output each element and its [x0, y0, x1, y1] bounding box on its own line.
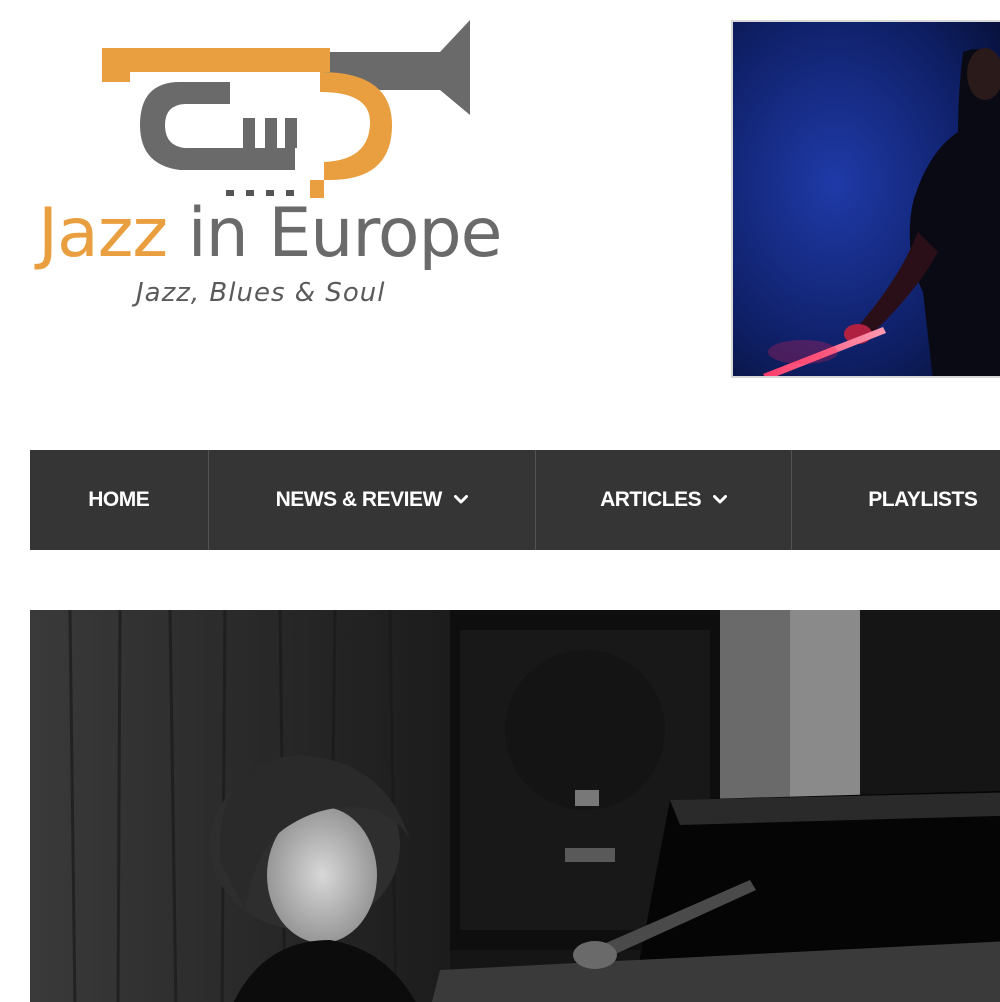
nav-item-label: ARTICLES: [600, 488, 702, 511]
logo-tagline: Jazz, Blues & Soul: [136, 278, 386, 308]
drummer-photo: [733, 22, 1000, 376]
nav-item-label: PLAYLISTS: [868, 488, 978, 511]
chevron-down-icon: [453, 495, 468, 505]
site-logo[interactable]: Jazz in Europe Jazz, Blues & Soul: [30, 10, 530, 310]
pianist-photo: [30, 610, 1000, 1002]
nav-item-home[interactable]: HOME: [30, 450, 209, 550]
header-banner-photo[interactable]: [731, 20, 1000, 378]
logo-title-word1: Jazz: [38, 194, 168, 273]
page: Jazz in Europe Jazz, Blues & Soul HOME N…: [0, 0, 1000, 1002]
nav-item-label: HOME: [88, 488, 150, 511]
logo-title-word2: in Europe: [167, 194, 503, 273]
nav-item-articles[interactable]: ARTICLES: [536, 450, 793, 550]
nav-item-playlists[interactable]: PLAYLISTS: [792, 450, 1000, 550]
main-navigation: HOME NEWS & REVIEW ARTICLES PLAYLISTS: [30, 450, 1000, 550]
featured-article-photo[interactable]: [30, 610, 1000, 1002]
chevron-down-icon: [713, 495, 728, 505]
logo-title: Jazz in Europe: [38, 200, 502, 268]
nav-item-news-review[interactable]: NEWS & REVIEW: [209, 450, 536, 550]
trumpet-logo-icon: [102, 20, 470, 198]
nav-item-label: NEWS & REVIEW: [275, 488, 443, 511]
